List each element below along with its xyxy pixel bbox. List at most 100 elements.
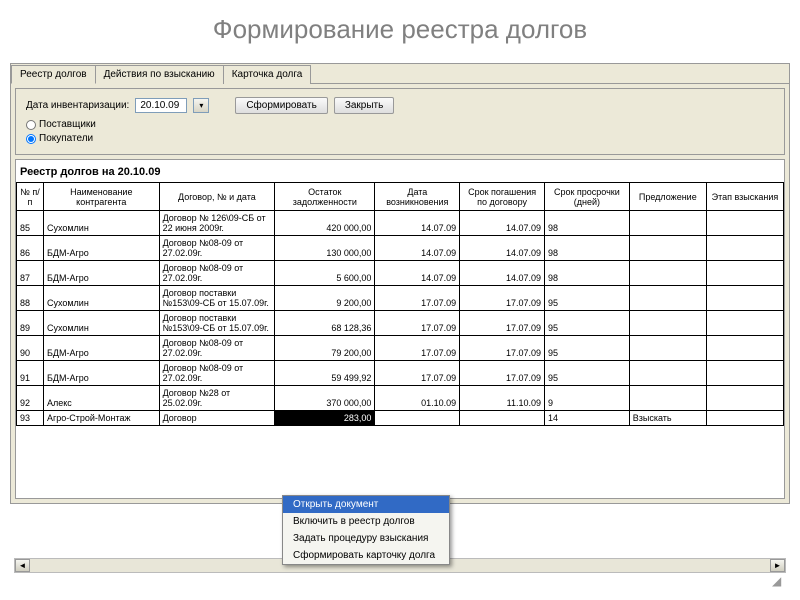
cell[interactable]: 17.07.09 bbox=[460, 336, 545, 361]
cell[interactable]: 17.07.09 bbox=[375, 361, 460, 386]
cell[interactable] bbox=[629, 386, 706, 411]
cell[interactable]: 9 200,00 bbox=[275, 286, 375, 311]
cell[interactable]: Сухомлин bbox=[43, 286, 159, 311]
radio-suppliers-input[interactable] bbox=[26, 120, 36, 130]
cell[interactable]: 95 bbox=[544, 336, 629, 361]
form-button[interactable]: Сформировать bbox=[235, 97, 328, 114]
cell[interactable]: 98 bbox=[544, 236, 629, 261]
cell[interactable]: 283,00 bbox=[275, 411, 375, 426]
menu-form-card[interactable]: Сформировать карточку долга bbox=[283, 547, 449, 564]
scroll-left-icon[interactable]: ◄ bbox=[15, 559, 30, 572]
table-row[interactable]: 91БДМ-АгроДоговор №08-09 от 27.02.09г.59… bbox=[17, 361, 784, 386]
cell[interactable]: 17.07.09 bbox=[460, 311, 545, 336]
cell[interactable]: Договор bbox=[159, 411, 275, 426]
table-row[interactable]: 87БДМ-АгроДоговор №08-09 от 27.02.09г.5 … bbox=[17, 261, 784, 286]
cell[interactable]: 98 bbox=[544, 261, 629, 286]
cell[interactable]: 9 bbox=[544, 386, 629, 411]
cell[interactable]: 17.07.09 bbox=[460, 361, 545, 386]
cell[interactable] bbox=[629, 211, 706, 236]
cell[interactable]: БДМ-Агро bbox=[43, 361, 159, 386]
tab-registry[interactable]: Реестр долгов bbox=[11, 65, 96, 84]
cell[interactable] bbox=[629, 336, 706, 361]
cell[interactable]: 79 200,00 bbox=[275, 336, 375, 361]
cell[interactable]: 59 499,92 bbox=[275, 361, 375, 386]
cell[interactable]: 14.07.09 bbox=[375, 261, 460, 286]
date-picker-button[interactable]: ▾ bbox=[193, 98, 209, 113]
cell[interactable] bbox=[706, 336, 783, 361]
cell[interactable]: 88 bbox=[17, 286, 44, 311]
cell[interactable]: 92 bbox=[17, 386, 44, 411]
cell[interactable]: 130 000,00 bbox=[275, 236, 375, 261]
cell[interactable] bbox=[460, 411, 545, 426]
cell[interactable] bbox=[706, 386, 783, 411]
radio-buyers[interactable]: Покупатели bbox=[26, 132, 774, 146]
cell[interactable] bbox=[629, 236, 706, 261]
table-row[interactable]: 90БДМ-АгроДоговор №08-09 от 27.02.09г.79… bbox=[17, 336, 784, 361]
cell[interactable]: 14.07.09 bbox=[375, 236, 460, 261]
cell[interactable]: 87 bbox=[17, 261, 44, 286]
cell[interactable]: 420 000,00 bbox=[275, 211, 375, 236]
table-row[interactable]: 88СухомлинДоговор поставки №153\09-СБ от… bbox=[17, 286, 784, 311]
table-row[interactable]: 86БДМ-АгроДоговор №08-09 от 27.02.09г.13… bbox=[17, 236, 784, 261]
cell[interactable] bbox=[706, 311, 783, 336]
cell[interactable] bbox=[629, 286, 706, 311]
cell[interactable]: 14.07.09 bbox=[460, 261, 545, 286]
menu-include-registry[interactable]: Включить в реестр долгов bbox=[283, 513, 449, 530]
cell[interactable] bbox=[629, 261, 706, 286]
cell[interactable]: Взыскать bbox=[629, 411, 706, 426]
cell[interactable]: 17.07.09 bbox=[375, 286, 460, 311]
cell[interactable] bbox=[706, 411, 783, 426]
radio-suppliers[interactable]: Поставщики bbox=[26, 118, 774, 132]
table-row[interactable]: 85СухомлинДоговор № 126\09-СБ от 22 июня… bbox=[17, 211, 784, 236]
cell[interactable]: 17.07.09 bbox=[375, 336, 460, 361]
cell[interactable]: 5 600,00 bbox=[275, 261, 375, 286]
cell[interactable]: Сухомлин bbox=[43, 311, 159, 336]
cell[interactable]: 86 bbox=[17, 236, 44, 261]
radio-buyers-input[interactable] bbox=[26, 134, 36, 144]
cell[interactable]: 11.10.09 bbox=[460, 386, 545, 411]
cell[interactable]: Договор поставки №153\09-СБ от 15.07.09г… bbox=[159, 311, 275, 336]
cell[interactable]: 90 bbox=[17, 336, 44, 361]
cell[interactable]: Агро-Строй-Монтаж bbox=[43, 411, 159, 426]
scroll-right-icon[interactable]: ► bbox=[770, 559, 785, 572]
cell[interactable]: 17.07.09 bbox=[460, 286, 545, 311]
cell[interactable]: 89 bbox=[17, 311, 44, 336]
cell[interactable]: Договор №08-09 от 27.02.09г. bbox=[159, 236, 275, 261]
table-row[interactable]: 93Агро-Строй-МонтажДоговор283,00 14Взыска… bbox=[17, 411, 784, 426]
cell[interactable]: 95 bbox=[544, 311, 629, 336]
cell[interactable] bbox=[706, 236, 783, 261]
close-button[interactable]: Закрыть bbox=[334, 97, 395, 114]
cell[interactable]: БДМ-Агро bbox=[43, 236, 159, 261]
cell[interactable]: Договор поставки №153\09-СБ от 15.07.09г… bbox=[159, 286, 275, 311]
cell[interactable]: 68 128,36 bbox=[275, 311, 375, 336]
cell[interactable]: 14.07.09 bbox=[460, 211, 545, 236]
cell[interactable]: Договор №08-09 от 27.02.09г. bbox=[159, 336, 275, 361]
cell[interactable]: БДМ-Агро bbox=[43, 261, 159, 286]
cell[interactable] bbox=[375, 411, 460, 426]
cell[interactable] bbox=[706, 261, 783, 286]
cell[interactable]: Алекс bbox=[43, 386, 159, 411]
table-row[interactable]: 92АлексДоговор №28 от 25.02.09г.370 000,… bbox=[17, 386, 784, 411]
cell[interactable] bbox=[706, 211, 783, 236]
tab-card[interactable]: Карточка долга bbox=[223, 65, 312, 84]
menu-set-procedure[interactable]: Задать процедуру взыскания bbox=[283, 530, 449, 547]
tab-actions[interactable]: Действия по взысканию bbox=[95, 65, 224, 84]
menu-open-document[interactable]: Открыть документ bbox=[283, 496, 449, 513]
table-row[interactable]: 89СухомлинДоговор поставки №153\09-СБ от… bbox=[17, 311, 784, 336]
cell[interactable]: 370 000,00 bbox=[275, 386, 375, 411]
cell[interactable]: Договор №28 от 25.02.09г. bbox=[159, 386, 275, 411]
cell[interactable]: 17.07.09 bbox=[375, 311, 460, 336]
cell[interactable]: 14 bbox=[544, 411, 629, 426]
cell[interactable]: 91 bbox=[17, 361, 44, 386]
inventory-date-input[interactable]: 20.10.09 bbox=[135, 98, 187, 113]
cell[interactable]: 14.07.09 bbox=[375, 211, 460, 236]
report-area[interactable]: Реестр долгов на 20.10.09 № п/п Наименов… bbox=[15, 159, 785, 499]
cell[interactable]: Сухомлин bbox=[43, 211, 159, 236]
cell[interactable]: Договор №08-09 от 27.02.09г. bbox=[159, 361, 275, 386]
cell[interactable]: 93 bbox=[17, 411, 44, 426]
cell[interactable]: 95 bbox=[544, 361, 629, 386]
cell[interactable] bbox=[706, 286, 783, 311]
cell[interactable]: Договор №08-09 от 27.02.09г. bbox=[159, 261, 275, 286]
cell[interactable]: 14.07.09 bbox=[460, 236, 545, 261]
cell[interactable]: Договор № 126\09-СБ от 22 июня 2009г. bbox=[159, 211, 275, 236]
